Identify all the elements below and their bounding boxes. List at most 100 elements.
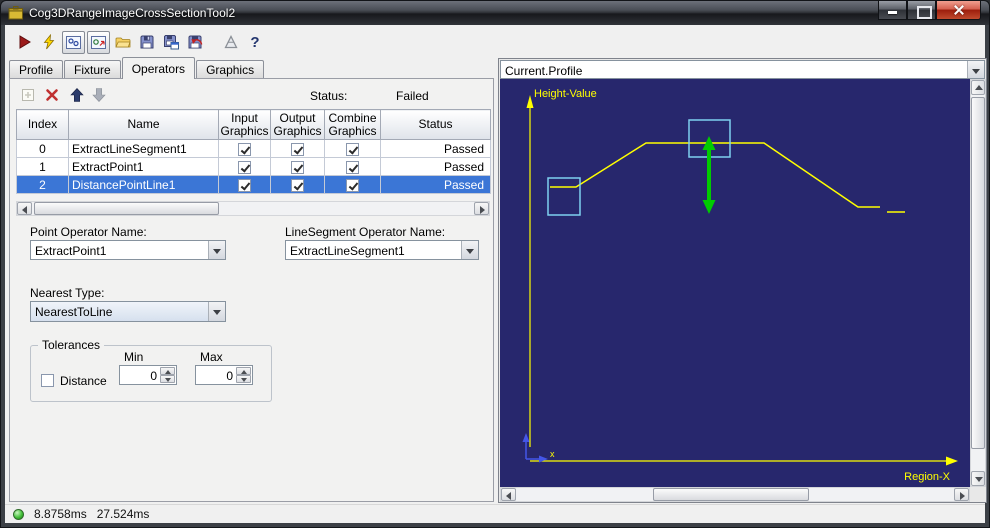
chevron-down-icon[interactable] bbox=[461, 241, 478, 259]
cell-status: Passed bbox=[380, 139, 491, 158]
column-header-name[interactable]: Name bbox=[68, 109, 219, 140]
maximize-button[interactable] bbox=[907, 1, 936, 20]
column-header-output-graphics[interactable]: Output Graphics bbox=[270, 109, 325, 140]
distance-max-spinner[interactable]: 0 bbox=[195, 365, 253, 385]
table-row[interactable]: 0 ExtractLineSegment1 Passed bbox=[16, 139, 491, 158]
input-graphics-checkbox[interactable] bbox=[238, 178, 251, 192]
svg-text:?: ? bbox=[250, 34, 259, 50]
input-graphics-checkbox[interactable] bbox=[238, 160, 251, 174]
record-selector-combobox[interactable]: Current.Profile bbox=[500, 60, 985, 79]
column-header-status[interactable]: Status bbox=[380, 109, 491, 140]
combine-graphics-checkbox[interactable] bbox=[346, 178, 359, 192]
close-button[interactable] bbox=[936, 1, 981, 20]
cell-input-graphics bbox=[218, 139, 271, 158]
run-button[interactable] bbox=[13, 30, 37, 54]
linesegment-operator-value: ExtractLineSegment1 bbox=[290, 244, 405, 258]
point-operator-label: Point Operator Name: bbox=[30, 225, 147, 239]
output-graphics-checkbox[interactable] bbox=[291, 178, 304, 192]
tab-strip: Profile Fixture Operators Graphics bbox=[9, 57, 265, 79]
chevron-down-icon[interactable] bbox=[208, 241, 225, 259]
column-header-input-graphics[interactable]: Input Graphics bbox=[218, 109, 271, 140]
spin-down-icon[interactable] bbox=[160, 375, 175, 383]
save-image-icon bbox=[164, 35, 179, 50]
distance-arrow bbox=[702, 136, 716, 214]
chevron-down-icon[interactable] bbox=[208, 302, 225, 321]
spin-up-icon[interactable] bbox=[160, 367, 175, 375]
scrollbar-thumb[interactable] bbox=[653, 488, 809, 501]
import-image-button[interactable] bbox=[183, 30, 207, 54]
import-image-icon bbox=[188, 35, 203, 49]
spin-down-icon[interactable] bbox=[236, 375, 251, 383]
cell-name: DistancePointLine1 bbox=[68, 175, 219, 194]
profile-graph-canvas[interactable]: Height-Value Region-X x bbox=[500, 79, 970, 487]
table-row[interactable]: 1 ExtractPoint1 Passed bbox=[16, 157, 491, 176]
table-h-scrollbar[interactable] bbox=[16, 201, 490, 216]
cell-index: 1 bbox=[16, 157, 69, 176]
column-header-combine-graphics[interactable]: Combine Graphics bbox=[324, 109, 381, 140]
cell-input-graphics bbox=[218, 175, 271, 194]
linesegment-operator-label: LineSegment Operator Name: bbox=[285, 225, 446, 239]
measure-button[interactable] bbox=[219, 30, 243, 54]
tab-graphics[interactable]: Graphics bbox=[196, 60, 265, 79]
cell-output-graphics bbox=[270, 175, 325, 194]
column-header-index[interactable]: Index bbox=[16, 109, 69, 140]
tab-operators[interactable]: Operators bbox=[121, 57, 196, 79]
scrollbar-thumb[interactable] bbox=[971, 97, 985, 449]
tolerances-groupbox: Tolerances Distance Min 0 Max 0 bbox=[30, 338, 272, 402]
point-operator-combobox[interactable]: ExtractPoint1 bbox=[30, 240, 226, 260]
open-file-icon bbox=[115, 37, 131, 48]
triangle-right-icon bbox=[480, 206, 485, 214]
tab-profile[interactable]: Profile bbox=[9, 60, 64, 79]
cell-name: ExtractLineSegment1 bbox=[68, 139, 219, 158]
cell-index: 0 bbox=[16, 139, 69, 158]
add-operator-icon bbox=[22, 89, 34, 101]
cell-output-graphics bbox=[270, 139, 325, 158]
point-marker-box[interactable] bbox=[547, 177, 581, 216]
profile-graph: Height-Value Region-X x bbox=[522, 88, 958, 483]
linesegment-operator-combobox[interactable]: ExtractLineSegment1 bbox=[285, 240, 479, 260]
status-label: Status: bbox=[310, 89, 348, 103]
delete-operator-button[interactable] bbox=[42, 85, 62, 105]
chevron-down-icon[interactable] bbox=[967, 61, 984, 78]
minimize-button[interactable] bbox=[878, 1, 907, 20]
tab-fixture[interactable]: Fixture bbox=[64, 60, 121, 79]
output-graphics-checkbox[interactable] bbox=[291, 160, 304, 174]
table-row[interactable]: 2 DistancePointLine1 Passed bbox=[16, 175, 491, 194]
setup-run-button[interactable] bbox=[37, 30, 61, 54]
graph-v-scrollbar[interactable] bbox=[970, 79, 986, 487]
scroll-down-button[interactable] bbox=[971, 471, 985, 486]
distance-min-spinner[interactable]: 0 bbox=[119, 365, 177, 385]
move-operator-down-button[interactable] bbox=[89, 85, 109, 105]
operators-tab-page: Status: Failed Index Name Input Graphics… bbox=[9, 78, 494, 502]
scroll-right-button[interactable] bbox=[954, 488, 969, 501]
scrollbar-thumb[interactable] bbox=[34, 202, 219, 215]
output-graphics-checkbox[interactable] bbox=[291, 142, 304, 156]
combine-graphics-checkbox[interactable] bbox=[346, 160, 359, 174]
setup-run-icon bbox=[43, 34, 55, 50]
combine-graphics-checkbox[interactable] bbox=[346, 142, 359, 156]
run-time: 8.8758ms bbox=[34, 507, 87, 521]
main-toolbar: ? bbox=[13, 29, 267, 55]
nearest-type-label: Nearest Type: bbox=[30, 286, 105, 300]
operators-table: Index Name Input Graphics Output Graphic… bbox=[16, 109, 491, 194]
show-current-image-button[interactable] bbox=[62, 30, 85, 54]
nearest-type-combobox[interactable]: NearestToLine bbox=[30, 301, 226, 322]
scroll-up-button[interactable] bbox=[971, 80, 985, 95]
cell-status: Passed bbox=[380, 175, 491, 194]
add-operator-button[interactable] bbox=[18, 85, 38, 105]
open-file-button[interactable] bbox=[111, 30, 135, 54]
scroll-left-button[interactable] bbox=[501, 488, 516, 501]
show-last-run-image-button[interactable] bbox=[87, 30, 110, 54]
scroll-left-button[interactable] bbox=[17, 202, 32, 215]
spin-up-icon[interactable] bbox=[236, 367, 251, 375]
triangle-left-icon bbox=[506, 492, 511, 500]
distance-checkbox[interactable] bbox=[41, 374, 54, 387]
help-button[interactable]: ? bbox=[243, 30, 267, 54]
save-file-button[interactable] bbox=[135, 30, 159, 54]
move-operator-up-button[interactable] bbox=[67, 85, 87, 105]
graph-h-scrollbar[interactable] bbox=[500, 487, 970, 502]
scroll-right-button[interactable] bbox=[474, 202, 489, 215]
input-graphics-checkbox[interactable] bbox=[238, 142, 251, 156]
save-image-button[interactable] bbox=[159, 30, 183, 54]
app-icon bbox=[8, 6, 23, 20]
